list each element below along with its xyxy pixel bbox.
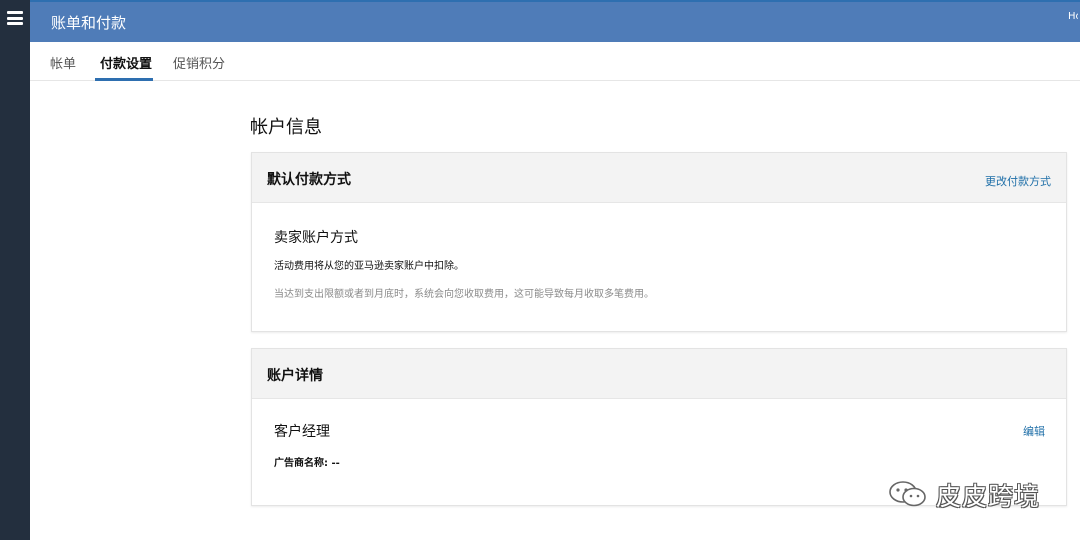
header-right-text[interactable]: Ho bbox=[1068, 11, 1078, 22]
app-window: 账单和付款 Ho 帐单 付款设置 促销积分 帐户信息 默认付款方式 更改付款方式… bbox=[0, 0, 1080, 540]
payment-method-description: 活动费用将从您的亚马逊卖家账户中扣除。 bbox=[274, 261, 464, 272]
default-payment-card: 默认付款方式 更改付款方式 卖家账户方式 活动费用将从您的亚马逊卖家账户中扣除。… bbox=[251, 152, 1067, 332]
tab-payment-settings[interactable]: 付款设置 bbox=[100, 53, 152, 72]
card-title: 默认付款方式 bbox=[267, 172, 351, 188]
advertiser-name-label: 广告商名称: -- bbox=[274, 458, 340, 469]
page-title: 帐户信息 bbox=[250, 117, 322, 138]
main-content: 帐户信息 默认付款方式 更改付款方式 卖家账户方式 活动费用将从您的亚马逊卖家账… bbox=[30, 82, 1080, 540]
payment-method-note: 当达到支出限额或者到月底时，系统会向您收取费用，这可能导致每月收取多笔费用。 bbox=[274, 289, 654, 300]
tab-billing[interactable]: 帐单 bbox=[50, 53, 76, 72]
watermark-text: 皮皮跨境 bbox=[936, 482, 1041, 511]
hamburger-menu-icon[interactable] bbox=[7, 11, 23, 25]
watermark: 皮皮跨境 bbox=[888, 474, 1058, 514]
active-tab-indicator bbox=[95, 78, 153, 81]
edit-link[interactable]: 编辑 bbox=[1023, 423, 1045, 439]
card-header: 默认付款方式 更改付款方式 bbox=[252, 153, 1066, 203]
account-manager-title: 客户经理 bbox=[274, 424, 330, 440]
tab-promotional-credits[interactable]: 促销积分 bbox=[173, 53, 225, 72]
app-header: 账单和付款 Ho bbox=[30, 2, 1080, 42]
payment-method-title: 卖家账户方式 bbox=[274, 230, 358, 246]
card-header: 账户详情 bbox=[252, 349, 1066, 399]
change-payment-method-link[interactable]: 更改付款方式 bbox=[985, 173, 1051, 189]
app-title: 账单和付款 bbox=[51, 14, 127, 32]
tab-bar: 帐单 付款设置 促销积分 bbox=[30, 42, 1080, 81]
wechat-icon bbox=[889, 481, 926, 507]
card-title: 账户详情 bbox=[267, 368, 323, 384]
left-rail bbox=[0, 0, 30, 540]
